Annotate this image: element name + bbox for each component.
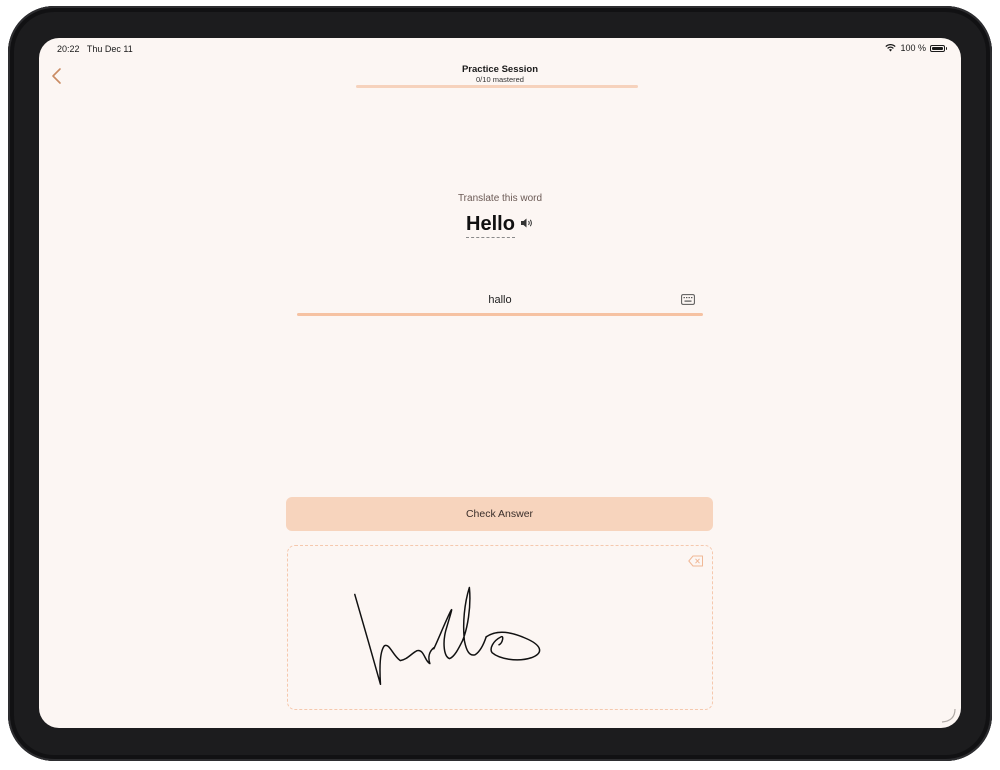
page-title: Practice Session (461, 64, 539, 75)
handwriting-strokes (354, 586, 541, 686)
app-screen: 20:22 Thu Dec 11 100 % Practice Session … (39, 38, 961, 728)
answer-field (297, 286, 703, 316)
status-time: 20:22 (57, 44, 80, 54)
battery-icon (930, 44, 947, 52)
ipad-frame: 20:22 Thu Dec 11 100 % Practice Session … (8, 6, 992, 761)
handwriting-canvas[interactable] (287, 545, 713, 710)
prompt-label: Translate this word (457, 193, 543, 204)
status-date: Thu Dec 11 (86, 44, 133, 54)
speaker-icon[interactable] (520, 217, 534, 229)
word-row: Hello (39, 212, 961, 238)
battery-percentage: 100 % (900, 43, 926, 53)
mastered-count: 0/10 mastered (476, 75, 524, 84)
keyboard-icon[interactable] (681, 294, 695, 305)
session-progress-bar (356, 85, 638, 88)
resize-grip-icon (941, 708, 956, 723)
session-header: Practice Session 0/10 mastered (39, 64, 961, 84)
answer-input[interactable] (297, 286, 703, 314)
check-answer-button[interactable]: Check Answer (286, 497, 713, 531)
answer-underline (297, 313, 703, 316)
target-word[interactable]: Hello (466, 212, 515, 238)
battery-fill (932, 46, 943, 50)
status-bar-right: 100 % (885, 43, 947, 53)
status-bar-left: 20:22 Thu Dec 11 (57, 44, 138, 54)
wifi-icon (885, 44, 897, 52)
